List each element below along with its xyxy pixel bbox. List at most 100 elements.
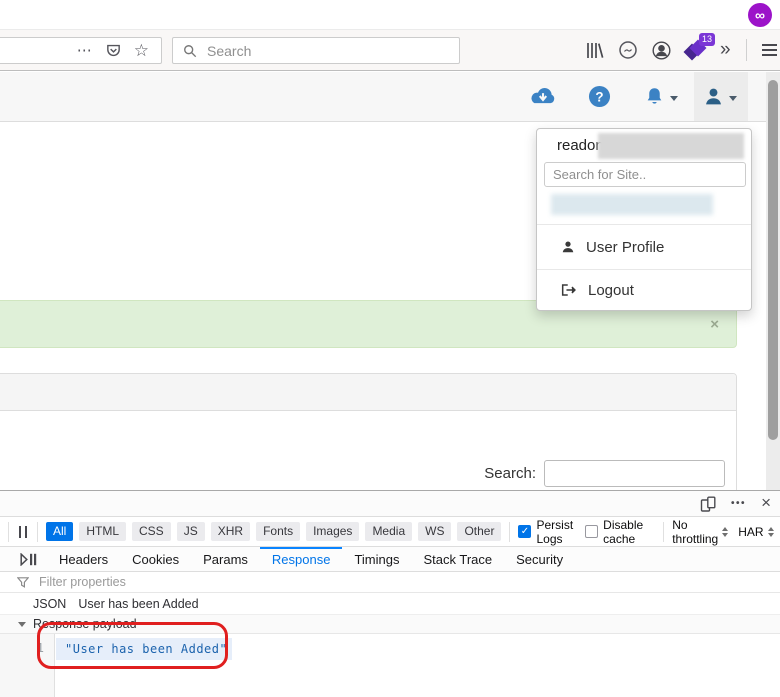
redacted-site-item[interactable]	[551, 194, 713, 215]
app-header: ?	[0, 72, 766, 122]
line-number: 1	[0, 641, 44, 655]
notifications-button[interactable]	[644, 72, 678, 121]
tab-security[interactable]: Security	[504, 547, 575, 572]
site-search-input[interactable]	[544, 162, 746, 187]
mask-extension-icon[interactable]: ∞	[748, 3, 772, 27]
checkbox-checked-icon[interactable]: ✓	[518, 525, 531, 538]
tab-headers[interactable]: Headers	[47, 547, 120, 572]
checkbox-unchecked-icon[interactable]	[585, 525, 598, 538]
filter-other[interactable]: Other	[457, 522, 501, 540]
menu-icon[interactable]	[762, 44, 777, 56]
filter-css[interactable]: CSS	[132, 522, 171, 540]
page-content: ? × Search: re	[0, 71, 780, 490]
library-icon[interactable]	[584, 40, 605, 61]
toolbar-divider	[509, 522, 510, 542]
har-select[interactable]: HAR	[738, 525, 773, 539]
menu-item-label: User Profile	[586, 239, 664, 256]
url-bar[interactable]: ⋯ ☆	[0, 37, 162, 64]
filter-js[interactable]: JS	[177, 522, 205, 540]
network-toolbar: All HTML CSS JS XHR Fonts Images Media W…	[0, 517, 780, 547]
filter-properties-input[interactable]	[37, 574, 337, 590]
user-button[interactable]	[703, 72, 737, 121]
response-source-view: 1 "User has been Added"	[0, 634, 780, 697]
toolbar-divider	[37, 522, 38, 542]
logout-icon	[561, 283, 577, 297]
select-arrows-icon	[722, 527, 728, 537]
person-icon	[561, 240, 575, 254]
redacted-email	[598, 133, 744, 159]
content-panel: Search:	[0, 373, 737, 490]
filter-html[interactable]: HTML	[79, 522, 126, 540]
tab-response[interactable]: Response	[260, 547, 343, 572]
filter-fonts[interactable]: Fonts	[256, 522, 300, 540]
throttling-select[interactable]: No throttling	[672, 518, 728, 546]
menu-item-user-profile[interactable]: User Profile	[537, 224, 751, 269]
json-section-label: JSON	[33, 597, 66, 611]
response-payload-header[interactable]: Response payload	[0, 615, 780, 634]
browser-search-input[interactable]	[205, 42, 425, 60]
cloud-download-icon	[528, 85, 558, 108]
json-summary-row[interactable]: JSON User has been Added	[0, 593, 780, 615]
browser-toolbar: ⋯ ☆ 13 »	[0, 30, 780, 71]
browser-search-bar[interactable]	[172, 37, 460, 64]
extension-puzzle-icon[interactable]: 13	[685, 39, 707, 61]
disable-cache-checkbox[interactable]: Disable cache	[585, 518, 643, 546]
panel-heading	[0, 374, 736, 411]
alert-close-button[interactable]: ×	[710, 316, 719, 333]
filter-all[interactable]: All	[46, 522, 73, 540]
help-icon: ?	[588, 85, 611, 108]
pocket-icon[interactable]	[105, 42, 122, 59]
table-search: Search:	[484, 460, 725, 487]
responsive-mode-icon[interactable]	[700, 496, 716, 512]
tab-timings[interactable]: Timings	[342, 547, 411, 572]
search-icon	[183, 44, 197, 58]
bookmark-star-icon[interactable]: ☆	[134, 42, 149, 59]
disable-cache-label: Disable cache	[603, 518, 643, 546]
toolbar-divider	[746, 39, 747, 61]
persist-logs-label: Persist Logs	[536, 518, 573, 546]
tab-cookies[interactable]: Cookies	[120, 547, 191, 572]
filter-xhr[interactable]: XHR	[211, 522, 250, 540]
devtools-menu-icon[interactable]: •••	[731, 499, 746, 509]
expand-arrow-icon[interactable]	[18, 622, 26, 627]
pane-toggle-icon[interactable]	[20, 553, 37, 566]
backup-button[interactable]	[528, 72, 558, 121]
overflow-chevrons-icon[interactable]: »	[720, 40, 731, 59]
properties-filter	[0, 572, 780, 593]
tab-params[interactable]: Params	[191, 547, 260, 572]
filter-media[interactable]: Media	[365, 522, 412, 540]
persist-logs-checkbox[interactable]: ✓ Persist Logs	[518, 518, 573, 546]
chevron-down-icon	[729, 96, 737, 101]
page-actions-icon[interactable]: ⋯	[77, 43, 93, 58]
account-icon[interactable]	[651, 40, 672, 61]
devtools-panel: ••• × All HTML CSS JS XHR Fonts Images M…	[0, 490, 780, 697]
filter-images[interactable]: Images	[306, 522, 359, 540]
page-scrollbar[interactable]	[766, 72, 780, 490]
select-arrows-icon	[768, 527, 774, 537]
help-button[interactable]: ?	[588, 72, 611, 121]
pause-icon[interactable]	[17, 526, 29, 538]
scrollbar-thumb[interactable]	[768, 80, 778, 440]
bell-icon	[644, 85, 665, 108]
toolbar-divider	[663, 522, 664, 542]
json-summary-text: User has been Added	[78, 597, 198, 611]
filter-ws[interactable]: WS	[418, 522, 451, 540]
menu-item-logout[interactable]: Logout	[537, 269, 751, 310]
browser-titlebar: ∞	[0, 0, 780, 30]
toolbar-divider	[8, 522, 9, 542]
devtools-toolbar: ••• ×	[0, 491, 780, 517]
request-filters: All HTML CSS JS XHR Fonts Images Media W…	[46, 522, 501, 540]
menu-item-label: Logout	[588, 282, 634, 299]
devtools-close-icon[interactable]: ×	[761, 494, 771, 511]
response-body-text: "User has been Added"	[65, 642, 227, 656]
user-dropdown-menu: readonly@ User Profile Logout	[536, 128, 752, 311]
request-detail-tabs: Headers Cookies Params Response Timings …	[0, 547, 780, 572]
line-number-gutter: 1	[0, 634, 55, 697]
table-search-label: Search:	[484, 465, 536, 482]
extension-badge: 13	[699, 33, 715, 46]
table-search-input[interactable]	[544, 460, 725, 487]
extension-circle-icon[interactable]	[618, 40, 638, 60]
tab-stack-trace[interactable]: Stack Trace	[411, 547, 504, 572]
user-icon	[703, 86, 724, 107]
response-payload-label: Response payload	[33, 617, 137, 631]
